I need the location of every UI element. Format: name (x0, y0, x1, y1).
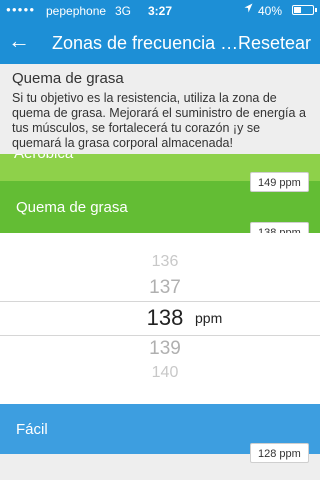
status-bar: ●●●●● pepephone 3G 3:27 40% (0, 0, 320, 20)
picker-option[interactable]: 140 (128, 364, 202, 382)
picker-option[interactable]: 139 (128, 338, 202, 360)
ppm-picker[interactable]: 136 137 138 ppm 139 140 (0, 233, 320, 404)
picker-selected-value[interactable]: 138 (128, 305, 202, 331)
navigation-bar: ← Zonas de frecuencia cardíaca Resetear (0, 20, 320, 64)
back-arrow-icon[interactable]: ← (8, 29, 30, 53)
location-arrow-icon (244, 3, 253, 16)
picker-selection-line-bottom (0, 335, 320, 336)
battery-icon (292, 5, 317, 15)
zone-info-title: Quema de grasa (12, 70, 124, 87)
battery-level-fill (294, 7, 301, 13)
page-title: Zonas de frecuencia cardíaca (52, 33, 244, 53)
zone-facil-ppm-badge: 128 ppm (250, 443, 309, 463)
zone-aerobica-label: Aeróbica (14, 154, 73, 162)
zone-info-panel: Quema de grasa Si tu objetivo es la resi… (0, 64, 320, 154)
reset-button[interactable]: Resetear (238, 33, 311, 54)
zone-aerobica-ppm-badge: 149 ppm (250, 172, 309, 192)
zone-quema-label: Quema de grasa (16, 199, 128, 216)
picker-option[interactable]: 136 (128, 253, 202, 271)
picker-selection-line-top (0, 301, 320, 302)
picker-option[interactable]: 137 (128, 277, 202, 299)
picker-unit: ppm (195, 310, 223, 326)
battery-percentage: 40% (258, 4, 283, 18)
zone-facil-label: Fácil (16, 421, 48, 438)
zone-info-description: Si tu objetivo es la resistencia, utiliz… (12, 91, 306, 150)
